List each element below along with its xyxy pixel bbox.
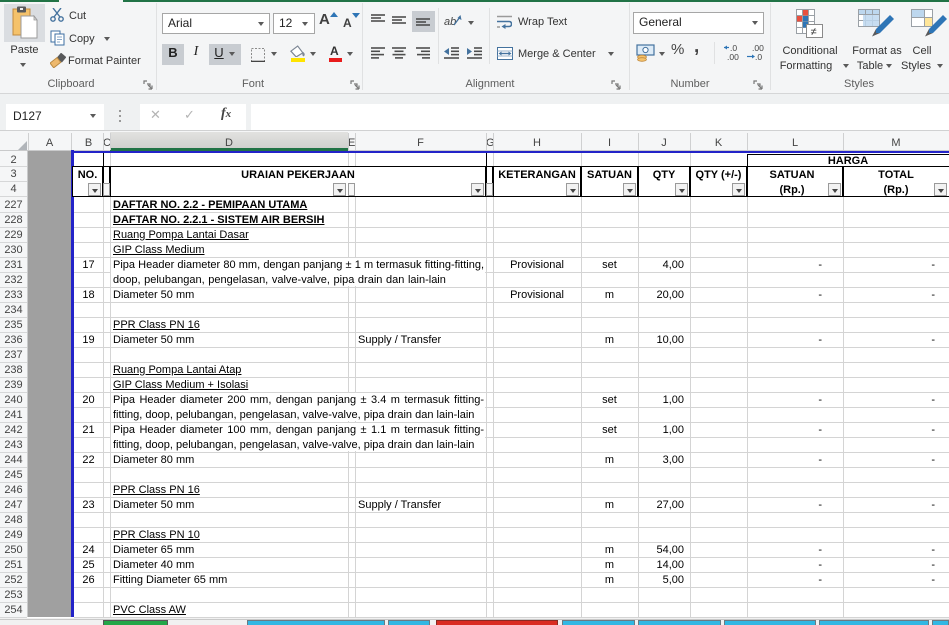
svg-text:.00: .00 [727,52,739,62]
svg-text:.0: .0 [755,52,762,62]
svg-text:ab: ab [444,16,456,28]
svg-text:≠: ≠ [811,26,817,38]
